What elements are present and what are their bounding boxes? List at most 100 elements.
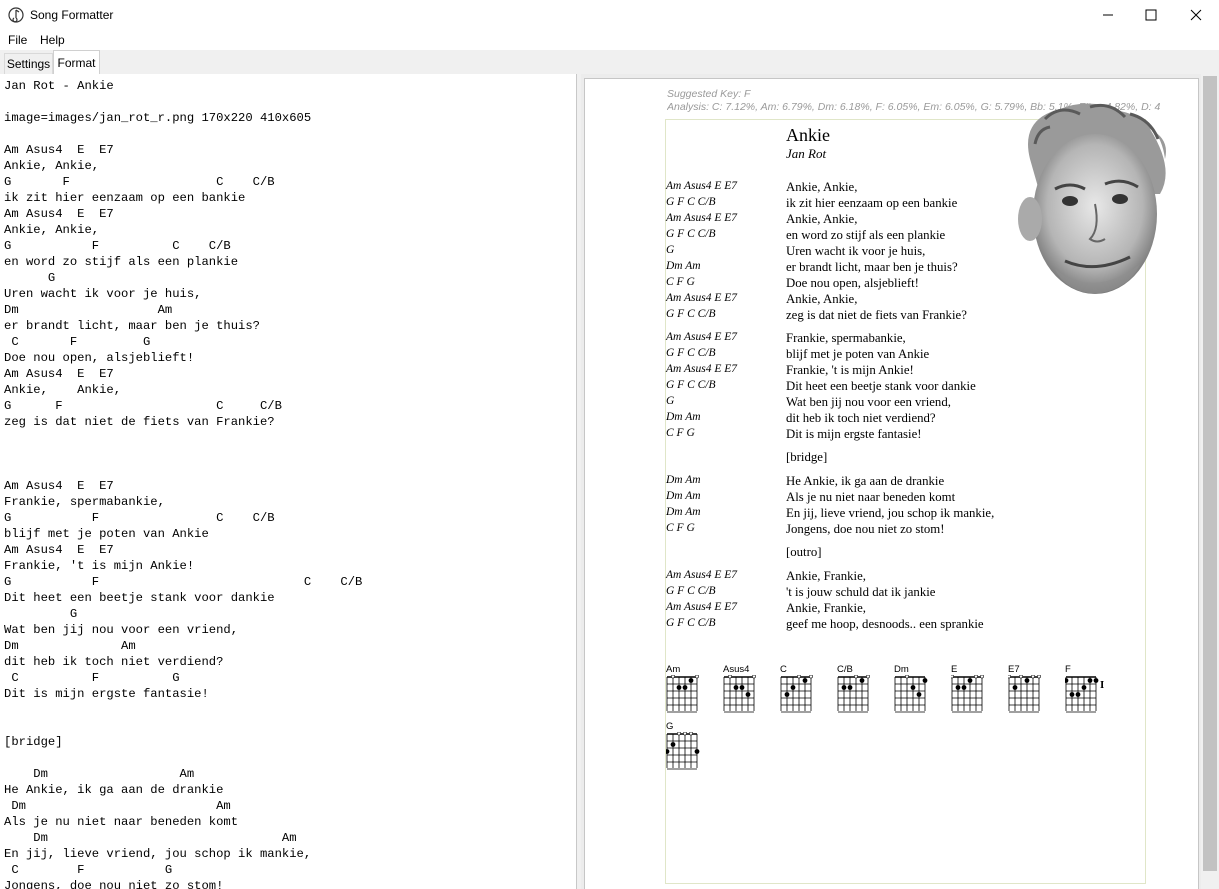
open-string-marker xyxy=(671,675,675,679)
finger-dot xyxy=(745,692,751,697)
chord-diagram: E7 xyxy=(1008,664,1048,716)
finger-dot xyxy=(916,692,922,697)
chord-diagram-name: Dm xyxy=(894,664,909,675)
close-button[interactable] xyxy=(1173,0,1219,30)
line-lyric: Ankie, Frankie, xyxy=(786,569,866,583)
line-chords: Am Asus4 E E7 xyxy=(666,180,738,192)
finger-dot xyxy=(910,685,916,690)
song-source-editor[interactable]: Jan Rot - Ankie image=images/jan_rot_r.p… xyxy=(0,74,577,889)
line-lyric: Dit is mijn ergste fantasie! xyxy=(786,427,922,441)
window-title: Song Formatter xyxy=(30,8,114,22)
finger-dot xyxy=(961,685,967,690)
format-preview: Suggested Key: F Analysis: C: 7.12%, Am:… xyxy=(581,74,1219,889)
minimize-button[interactable] xyxy=(1085,0,1131,30)
tab-format[interactable]: Format xyxy=(53,50,100,74)
line-chords: Dm Am xyxy=(666,411,701,423)
line-lyric: Frankie, spermabankie, xyxy=(786,331,906,345)
chord-diagram-name: C/B xyxy=(837,664,853,675)
finger-dot xyxy=(784,692,790,697)
chord-grid xyxy=(1008,675,1041,713)
minimize-icon xyxy=(1103,14,1113,16)
line-lyric: Uren wacht ik voor je huis, xyxy=(786,244,926,258)
line-lyric: Wat ben jij nou voor een vriend, xyxy=(786,395,951,409)
section-label: [bridge] xyxy=(786,450,828,464)
line-chords: G F C C/B xyxy=(666,585,716,597)
title-bar: Song Formatter xyxy=(0,0,1219,30)
line-lyric: 't is jouw schuld dat ik jankie xyxy=(786,585,936,599)
chord-diagram: FI xyxy=(1065,664,1105,716)
open-string-marker xyxy=(797,675,801,679)
maximize-icon xyxy=(1145,9,1157,21)
line-chords: Dm Am xyxy=(666,490,701,502)
line-chords: G F C C/B xyxy=(666,347,716,359)
open-string-marker xyxy=(1019,675,1023,679)
finger-dot xyxy=(1093,678,1099,683)
line-lyric: Dit heet een beetje stank voor dankie xyxy=(786,379,976,393)
line-chords: G F C C/B xyxy=(666,196,716,208)
finger-dot xyxy=(967,678,973,683)
open-string-marker xyxy=(1031,675,1035,679)
chord-diagram: C/B xyxy=(837,664,877,716)
finger-dot xyxy=(1087,678,1093,683)
open-string-marker xyxy=(974,675,978,679)
chord-diagram: Am xyxy=(666,664,706,716)
line-lyric: Ankie, Ankie, xyxy=(786,180,858,194)
line-chords: G F C C/B xyxy=(666,379,716,391)
menu-help[interactable]: Help xyxy=(40,33,65,47)
line-chords: G F C C/B xyxy=(666,617,716,629)
line-lyric: En jij, lieve vriend, jou schop ik manki… xyxy=(786,506,995,520)
finger-dot xyxy=(841,685,847,690)
open-string-marker xyxy=(866,675,870,679)
open-string-marker xyxy=(1008,675,1011,679)
menu-file[interactable]: File xyxy=(8,33,27,47)
line-lyric: ik zit hier eenzaam op een bankie xyxy=(786,196,958,210)
editor-text[interactable]: Jan Rot - Ankie image=images/jan_rot_r.p… xyxy=(0,74,576,889)
line-lyric: geef me hoop, desnoods.. een sprankie xyxy=(786,617,984,631)
finger-dot xyxy=(1012,685,1018,690)
chord-grid xyxy=(837,675,870,713)
finger-dot xyxy=(922,678,928,683)
finger-dot xyxy=(1069,692,1075,697)
line-chords: Dm Am xyxy=(666,506,701,518)
open-string-marker xyxy=(951,675,954,679)
chord-grid xyxy=(723,675,756,713)
line-lyric: Doe nou open, alsjeblieft! xyxy=(786,276,919,290)
line-chords: C F G xyxy=(666,522,695,534)
line-chords: Dm Am xyxy=(666,260,701,272)
tab-settings[interactable]: Settings xyxy=(4,53,53,74)
finger-dot xyxy=(682,685,688,690)
tab-strip: Settings Format xyxy=(0,50,1219,74)
finger-dot xyxy=(688,678,694,683)
chord-diagram: E xyxy=(951,664,991,716)
open-string-marker xyxy=(854,675,858,679)
chord-grid xyxy=(894,675,928,713)
line-chords: G xyxy=(666,395,675,407)
finger-dot xyxy=(676,685,682,690)
chord-grid xyxy=(1065,676,1099,713)
finger-dot xyxy=(1065,678,1069,683)
chord-diagram-name: E7 xyxy=(1008,664,1020,675)
chord-diagram-name: G xyxy=(666,721,674,732)
line-lyric: zeg is dat niet de fiets van Frankie? xyxy=(786,308,967,322)
line-chords: G F C C/B xyxy=(666,308,716,320)
preview-scrollbar-thumb[interactable] xyxy=(1203,76,1217,871)
open-string-marker xyxy=(980,675,984,679)
finger-dot xyxy=(666,749,670,754)
line-lyric: en word zo stijf als een plankie xyxy=(786,228,946,242)
chord-grid xyxy=(780,675,813,713)
section-label: [outro] xyxy=(786,545,822,559)
line-chords: G xyxy=(666,244,675,256)
preview-scrollbar[interactable] xyxy=(1201,74,1219,889)
line-chords: G F C C/B xyxy=(666,228,716,240)
finger-dot xyxy=(790,685,796,690)
open-string-marker xyxy=(689,732,693,736)
app-icon xyxy=(8,7,24,23)
line-lyric: Ankie, Ankie, xyxy=(786,292,858,306)
open-string-marker xyxy=(695,675,699,679)
maximize-button[interactable] xyxy=(1128,0,1174,30)
chord-diagram-name: Asus4 xyxy=(723,664,750,675)
preview-page: Suggested Key: F Analysis: C: 7.12%, Am:… xyxy=(584,78,1199,889)
finger-dot xyxy=(847,685,853,690)
close-icon xyxy=(1190,9,1202,21)
line-chords: Dm Am xyxy=(666,474,701,486)
